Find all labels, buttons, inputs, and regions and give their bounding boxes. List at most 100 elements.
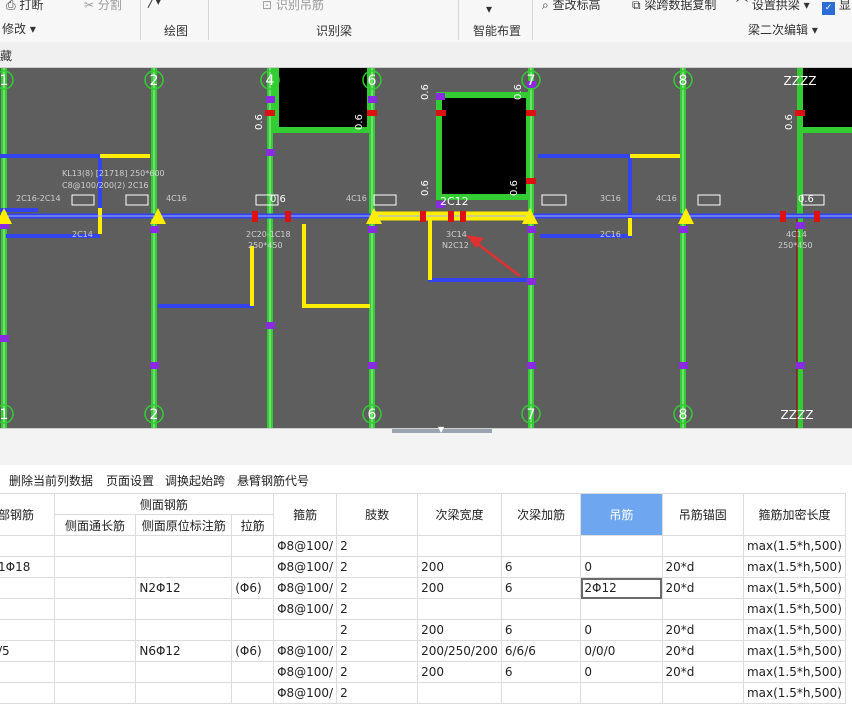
table-cell[interactable] xyxy=(417,682,502,704)
table-cell[interactable] xyxy=(580,598,663,620)
swap-start-span-button[interactable]: 调换起始跨 xyxy=(165,472,225,489)
table-cell[interactable] xyxy=(0,598,55,620)
table-cell[interactable] xyxy=(273,619,338,641)
table-row[interactable]: Φ8@100/2 200 6 0 20*d max(1.5*h,500) xyxy=(0,661,847,683)
table-cell[interactable]: 200 xyxy=(417,577,502,599)
table-cell[interactable] xyxy=(231,682,275,704)
table-row[interactable]: Φ8@100/2 max(1.5*h,500) xyxy=(0,682,847,704)
table-cell[interactable] xyxy=(580,682,663,704)
table-cell[interactable]: N6Φ12 xyxy=(135,640,233,662)
cad-drawing[interactable]: 1 2 4 6 7 8 ZZZZ 1 2 6 7 8 ZZZZ KL13(8) [21718] 250… xyxy=(0,68,852,428)
table-cell[interactable]: 2Φ12 xyxy=(580,577,663,599)
table-cell[interactable]: Φ8@100/ xyxy=(273,661,338,683)
hide-label[interactable]: 藏 xyxy=(0,47,12,64)
table-cell[interactable]: 20*d xyxy=(661,619,744,641)
table-cell[interactable]: 200 xyxy=(417,619,502,641)
table-cell[interactable]: Φ8@100/ xyxy=(273,577,338,599)
table-cell[interactable]: 6/6/6 xyxy=(500,640,582,662)
table-cell[interactable] xyxy=(135,535,233,557)
panel-splitter[interactable]: ▼ xyxy=(0,425,852,466)
table-cell[interactable]: max(1.5*h,500) xyxy=(742,577,847,599)
table-cell[interactable] xyxy=(53,577,137,599)
beam-edit-menu[interactable]: 梁二次编辑 ▾ xyxy=(748,21,818,38)
table-cell[interactable] xyxy=(0,535,55,557)
table-cell[interactable]: 2 xyxy=(336,640,419,662)
cantilever-rebar-code-button[interactable]: 悬臂钢筋代号 xyxy=(237,472,309,489)
table-cell[interactable] xyxy=(231,556,275,578)
table-row[interactable]: 1Φ18 Φ8@100/2 200 6 0 20*d max(1.5*h,500) xyxy=(0,556,847,578)
table-cell[interactable]: 6 xyxy=(500,577,582,599)
table-cell[interactable] xyxy=(0,577,55,599)
table-cell[interactable]: max(1.5*h,500) xyxy=(742,619,847,641)
table-cell[interactable]: max(1.5*h,500) xyxy=(742,682,847,704)
table-cell[interactable] xyxy=(231,598,275,620)
table-cell[interactable]: 20*d xyxy=(661,661,744,683)
table-cell[interactable] xyxy=(0,682,55,704)
table-cell[interactable]: Φ8@100/ xyxy=(273,682,338,704)
table-cell[interactable] xyxy=(500,535,582,557)
table-row[interactable]: 2 200 6 0 20*d max(1.5*h,500) xyxy=(0,619,847,641)
col-header[interactable]: 吊筋锚固 xyxy=(661,493,744,536)
table-cell[interactable] xyxy=(417,598,502,620)
table-cell[interactable] xyxy=(661,682,744,704)
table-cell[interactable] xyxy=(661,598,744,620)
col-header[interactable]: 箍筋 xyxy=(273,493,338,536)
table-cell[interactable]: 6 xyxy=(500,619,582,641)
table-row[interactable]: Φ8@100/2 max(1.5*h,500) xyxy=(0,598,847,620)
table-cell[interactable] xyxy=(580,535,663,557)
check-height-button[interactable]: ⌕ 查改标高 xyxy=(542,0,601,13)
table-cell[interactable]: 20*d xyxy=(661,577,744,599)
table-cell[interactable] xyxy=(135,556,233,578)
set-arch-beam-button[interactable]: ⌒ 设置拱梁 ▾ xyxy=(736,0,810,13)
table-cell[interactable]: Φ8@100/ xyxy=(273,535,338,557)
table-cell[interactable]: Φ8@100/ xyxy=(273,598,338,620)
page-setup-button[interactable]: 页面设置 xyxy=(106,472,154,489)
table-cell[interactable]: (Φ6) xyxy=(231,577,275,599)
show-checkbox[interactable]: ✓ 显 xyxy=(822,0,851,15)
table-cell[interactable] xyxy=(661,535,744,557)
table-cell[interactable] xyxy=(231,661,275,683)
table-cell[interactable] xyxy=(135,598,233,620)
table-cell[interactable] xyxy=(0,661,55,683)
table-cell[interactable]: 2 xyxy=(336,661,419,683)
table-cell[interactable] xyxy=(53,556,137,578)
col-header[interactable]: 侧面原位标注筋 xyxy=(135,514,233,536)
table-cell[interactable] xyxy=(417,535,502,557)
table-cell[interactable]: 200 xyxy=(417,661,502,683)
table-cell[interactable]: max(1.5*h,500) xyxy=(742,598,847,620)
print-button[interactable]: ⎙ 打断 xyxy=(6,0,43,13)
table-cell[interactable] xyxy=(53,619,137,641)
split-button[interactable]: ✂ 分割 xyxy=(84,0,122,13)
table-cell[interactable]: /5 xyxy=(0,640,55,662)
table-cell[interactable] xyxy=(53,682,137,704)
table-cell[interactable]: 0/0/0 xyxy=(580,640,663,662)
copy-span-data-button[interactable]: ⧉ 梁跨数据复制 xyxy=(632,0,716,13)
table-cell[interactable]: 2 xyxy=(336,535,419,557)
col-header[interactable]: 侧面通长筋 xyxy=(53,514,137,536)
col-header[interactable]: 次梁宽度 xyxy=(417,493,502,536)
table-cell[interactable]: 6 xyxy=(500,556,582,578)
col-header-active[interactable]: 吊筋 xyxy=(580,493,663,536)
table-row[interactable]: Φ8@100/2 max(1.5*h,500) xyxy=(0,535,847,557)
table-cell[interactable]: Φ8@100/ xyxy=(273,640,338,662)
table-cell[interactable] xyxy=(53,598,137,620)
table-cell[interactable]: Φ8@100/ xyxy=(273,556,338,578)
table-cell[interactable]: 6 xyxy=(500,661,582,683)
table-cell[interactable]: max(1.5*h,500) xyxy=(742,556,847,578)
table-cell[interactable] xyxy=(500,682,582,704)
table-row[interactable]: N2Φ12 (Φ6) Φ8@100/2 200 6 2Φ12 20*d max(1.5*h,5… xyxy=(0,577,847,599)
table-cell[interactable]: 200/250/200 xyxy=(417,640,502,662)
col-header[interactable]: 次梁加筋 xyxy=(500,493,582,536)
table-cell[interactable]: 2 xyxy=(336,619,419,641)
table-cell[interactable]: 2 xyxy=(336,556,419,578)
table-cell[interactable]: 20*d xyxy=(661,640,744,662)
col-header[interactable]: 部钢筋 xyxy=(0,493,55,536)
table-cell[interactable] xyxy=(0,619,55,641)
col-header[interactable]: 肢数 xyxy=(336,493,419,536)
table-cell[interactable]: 2 xyxy=(336,598,419,620)
smart-layout-dropdown-icon[interactable]: ▾ xyxy=(486,2,492,16)
col-header[interactable]: 箍筋加密长度 xyxy=(742,493,847,536)
delete-column-data-button[interactable]: 删除当前列数据 xyxy=(9,472,93,489)
table-cell[interactable] xyxy=(135,682,233,704)
table-cell[interactable] xyxy=(231,619,275,641)
